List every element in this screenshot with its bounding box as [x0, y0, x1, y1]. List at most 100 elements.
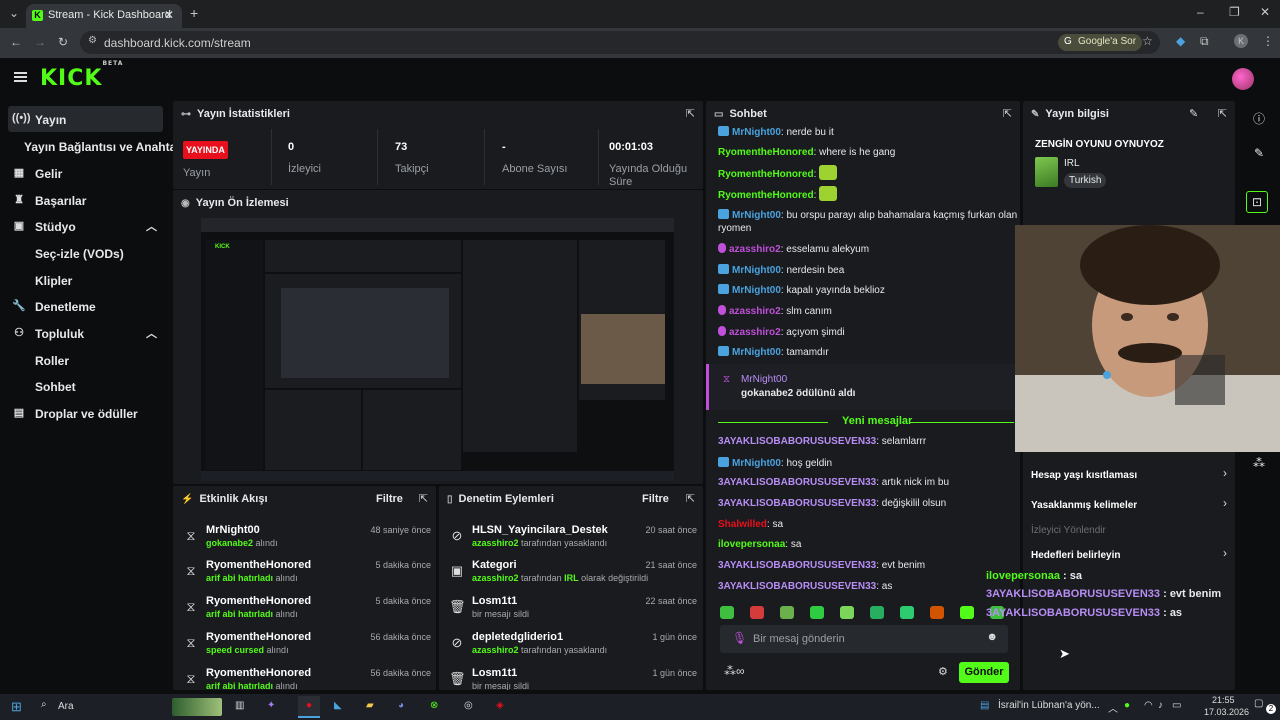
filter-button[interactable]: Filtre [376, 493, 403, 505]
chat-username[interactable]: MrNight00 [732, 347, 781, 358]
widgets-icon[interactable]: ⁂ [1248, 456, 1270, 478]
wifi-icon[interactable]: ◠ [1144, 700, 1153, 711]
windows-start-icon[interactable]: ⊞ [11, 699, 22, 715]
sidebar-item-basarilar[interactable]: ♜ Başarılar [8, 187, 163, 213]
emote-icon[interactable] [810, 606, 824, 619]
chat-username[interactable]: 3AYAKLISOBABORUSUSEVEN33 [718, 560, 876, 571]
chat-username[interactable]: 3AYAKLISOBABORUSUSEVEN33 [718, 581, 876, 592]
edit-icon[interactable]: ✎ [1189, 107, 1198, 120]
copilot-icon[interactable]: ✦ [267, 700, 275, 711]
kick-logo[interactable]: KICKBETA [40, 60, 123, 91]
moderation-target[interactable]: Losm1t1 [472, 667, 517, 679]
setting-banned-words[interactable]: Yasaklanmış kelimeler › [1031, 496, 1227, 515]
moderation-target[interactable]: Losm1t1 [472, 595, 517, 607]
restore-icon[interactable]: ❐ [1229, 5, 1240, 19]
chat-username[interactable]: Shalwilled [718, 519, 767, 530]
chat-username[interactable]: MrNight00 [732, 458, 781, 469]
browser-menu-icon[interactable]: ⋮ [1262, 34, 1274, 48]
xbox-icon[interactable]: ⊗ [430, 700, 438, 711]
emoji-icon[interactable]: ☻ [986, 631, 998, 643]
reward-user[interactable]: MrNight00 [741, 374, 787, 385]
menu-icon[interactable] [14, 72, 27, 82]
chat-message-input[interactable]: 🎙 Bir mesaj gönderin ☻ [720, 625, 1008, 653]
sidebar-item-klipler[interactable]: Klipler [8, 267, 163, 293]
category-name[interactable]: IRL [1064, 158, 1080, 169]
profile-avatar[interactable]: K [1234, 34, 1248, 48]
news-ticker[interactable]: İsrail'in Lübnan'a yön... [998, 700, 1100, 711]
sidebar-item-droplar[interactable]: ▤ Droplar ve ödüller [8, 400, 163, 426]
battery-icon[interactable]: ▭ [1172, 700, 1181, 711]
taskbar-search-label[interactable]: Ara [58, 701, 74, 712]
chat-username[interactable]: azasshiro2 [729, 327, 781, 338]
chat-username[interactable]: MrNight00 [732, 127, 781, 138]
chevron-up-icon[interactable]: ︿ [146, 325, 157, 341]
category-thumbnail[interactable] [1035, 157, 1058, 187]
emote-icon[interactable] [900, 606, 914, 619]
chat-username[interactable]: RyomentheHonored [718, 190, 814, 201]
reload-icon[interactable]: ↻ [58, 35, 68, 49]
chat-username[interactable]: 3AYAKLISOBABORUSUSEVEN33 [718, 498, 876, 509]
google-ask-chip[interactable]: G Google'a Sor [1058, 34, 1143, 51]
info-icon[interactable]: ⓘ [1248, 110, 1270, 132]
popout-icon[interactable]: ⇱ [1003, 107, 1012, 120]
emote-icon[interactable] [960, 606, 974, 619]
emote-icon[interactable] [750, 606, 764, 619]
emote-icon[interactable] [870, 606, 884, 619]
stream-preview-video[interactable]: KICK [201, 218, 674, 481]
clock-time[interactable]: 21:55 [1212, 695, 1235, 705]
popout-icon[interactable]: ⇱ [1218, 107, 1227, 120]
sidebar-item-studyo[interactable]: ▣ Stüdyo ︿ [8, 213, 163, 239]
sidebar-item-gelir[interactable]: ▦ Gelir [8, 160, 163, 186]
activity-user[interactable]: RyomentheHonored [206, 595, 311, 607]
activity-user[interactable]: MrNight00 [206, 524, 260, 536]
notification-icon[interactable]: ▢ [1254, 698, 1263, 709]
moderation-target[interactable]: depletedgliderio1 [472, 631, 563, 643]
chat-username[interactable]: azasshiro2 [729, 306, 781, 317]
chevron-up-icon[interactable]: ︿ [146, 218, 157, 234]
sidebar-item-sohbet[interactable]: Sohbet [8, 373, 163, 399]
emote-icon[interactable] [780, 606, 794, 619]
chat-settings-icon[interactable]: ⚙ [938, 665, 948, 678]
forward-icon[interactable]: → [34, 35, 46, 49]
pencil-icon[interactable]: ✎ [1248, 146, 1270, 168]
chat-username[interactable]: MrNight00 [732, 265, 781, 276]
setting-goals[interactable]: Hedefleri belirleyin › [1031, 546, 1227, 565]
popout-icon[interactable]: ⇱ [686, 107, 695, 120]
close-tab-icon[interactable]: ✕ [164, 8, 174, 22]
sidebar-item-topluluk[interactable]: ⚇ Topluluk ︿ [8, 320, 163, 346]
popout-icon[interactable]: ⇱ [686, 492, 695, 505]
popout-icon[interactable]: ⇱ [419, 492, 428, 505]
chat-username[interactable]: 3AYAKLISOBABORUSUSEVEN33 [718, 436, 876, 447]
vscode-icon[interactable]: ◣ [334, 700, 342, 711]
filter-button[interactable]: Filtre [642, 493, 669, 505]
tray-icon[interactable]: ● [1124, 700, 1130, 711]
discord-icon[interactable]: ◕ [398, 700, 404, 711]
obs-icon[interactable]: ◎ [464, 700, 473, 711]
tab-list-icon[interactable]: ⌄ [9, 6, 19, 20]
moderation-target[interactable]: HLSN_Yayincilara_Destek [472, 524, 608, 536]
extensions-puzzle-icon[interactable]: ⧉ [1200, 34, 1209, 49]
url-input[interactable]: ⚙ dashboard.kick.com/stream [80, 31, 1160, 54]
new-tab-icon[interactable]: + [190, 5, 198, 21]
send-button[interactable]: Gönder [959, 662, 1009, 683]
points-icon[interactable]: ⁂∞ [724, 664, 745, 678]
user-avatar[interactable] [1232, 68, 1254, 90]
chat-username[interactable]: RyomentheHonored [718, 169, 814, 180]
chat-username[interactable]: RyomentheHonored [718, 147, 814, 158]
chat-username[interactable]: MrNight00 [732, 285, 781, 296]
microphone-icon[interactable]: 🎙 [732, 631, 747, 645]
extension-icon[interactable]: ◆ [1176, 34, 1185, 48]
focus-icon[interactable]: ⊡ [1246, 191, 1268, 213]
activity-user[interactable]: RyomentheHonored [206, 667, 311, 679]
volume-icon[interactable]: ♪ [1158, 700, 1163, 711]
valorant-icon[interactable]: ◈ [496, 700, 504, 711]
task-view-icon[interactable]: ▥ [235, 700, 244, 711]
bookmark-star-icon[interactable]: ☆ [1142, 34, 1153, 48]
sidebar-item-roller[interactable]: Roller [8, 347, 163, 373]
minimize-icon[interactable]: – [1197, 5, 1204, 19]
back-icon[interactable]: ← [10, 35, 22, 49]
clock-date[interactable]: 17.03.2026 [1204, 707, 1249, 717]
sidebar-item-denetleme[interactable]: 🔧 Denetleme [8, 293, 163, 319]
close-window-icon[interactable]: ✕ [1260, 5, 1270, 19]
tray-chevron-icon[interactable]: ︿ [1108, 700, 1118, 715]
